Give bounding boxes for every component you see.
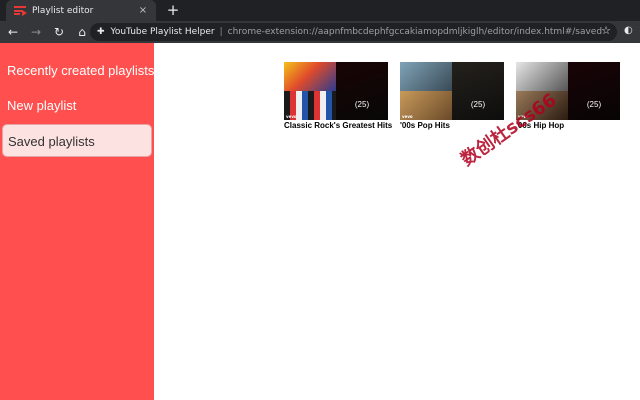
vevo-logo: vevo [286,114,297,119]
forward-icon[interactable]: → [26,22,46,42]
sidebar: Recently created playlists New playlist … [0,43,154,400]
video-count: (25) [354,100,370,109]
sidebar-item-new-playlist[interactable]: New playlist [2,89,152,122]
browser-toolbar: ← → ↻ ⌂ ✚ YouTube Playlist Helper | chro… [0,21,640,43]
playlist-card[interactable]: (25) vevo '00s Pop Hits [400,62,504,130]
back-icon[interactable]: ← [3,22,23,42]
browser-tab-strip: Playlist editor × + [0,0,640,21]
profile-icon[interactable]: ◐ [624,25,633,36]
thumbnail-mosaic [284,62,336,120]
bookmark-star-icon[interactable]: ☆ [601,24,611,37]
sidebar-item-saved-playlists[interactable]: Saved playlists [2,124,152,157]
video-count: (25) [470,100,486,109]
vevo-logo: vevo [402,114,413,119]
home-icon[interactable]: ⌂ [72,22,92,42]
extension-puzzle-icon: ✚ [97,27,105,37]
reload-icon[interactable]: ↻ [49,22,69,42]
tab-title: Playlist editor [32,5,94,16]
url-text[interactable]: chrome-extension://aapnfmbcdephfgccakiam… [228,27,602,37]
address-bar[interactable]: ✚ YouTube Playlist Helper | chrome-exten… [90,23,617,41]
playlist-thumbnail[interactable]: (25) vevo [400,62,504,120]
playlist-thumbnail[interactable]: (25) vevo [284,62,388,120]
new-tab-button[interactable]: + [165,1,181,19]
playlist-favicon-icon [14,6,27,16]
tab-close-icon[interactable]: × [136,5,150,16]
browser-tab[interactable]: Playlist editor × [6,0,156,21]
thumbnail-mosaic [400,62,452,120]
playlist-title[interactable]: Classic Rock's Greatest Hits [284,121,392,130]
video-count: (25) [586,100,602,109]
extension-name: YouTube Playlist Helper [110,27,215,37]
sidebar-item-recently-created[interactable]: Recently created playlists [2,54,154,87]
address-separator: | [219,27,223,37]
playlist-card[interactable]: (25) vevo Classic Rock's Greatest Hits [284,62,392,130]
